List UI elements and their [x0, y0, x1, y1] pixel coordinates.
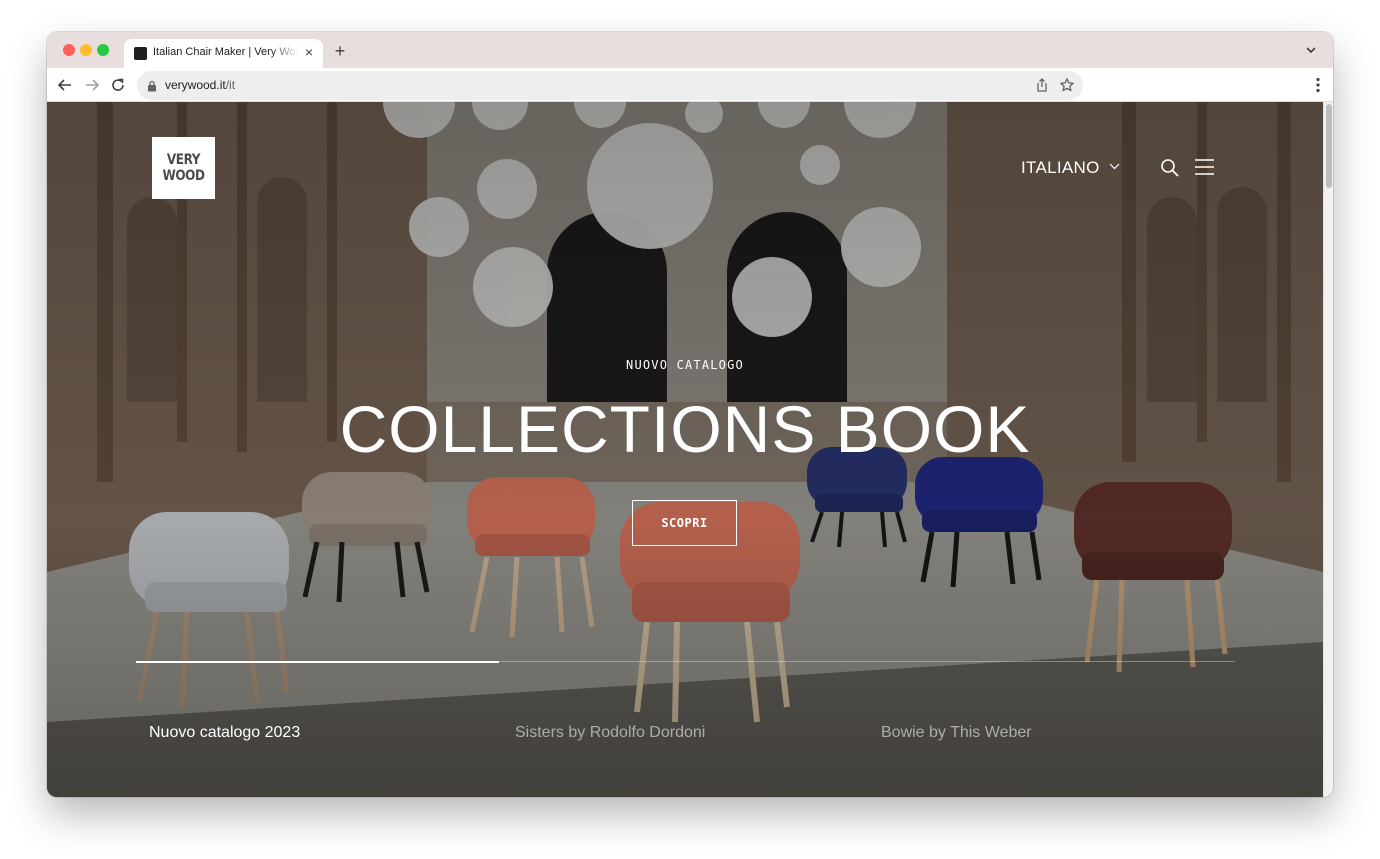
url-host: verywood.it — [165, 78, 226, 92]
address-bar[interactable]: verywood.it/it — [137, 71, 1083, 100]
url-path: /it — [225, 78, 236, 92]
tab-close-icon[interactable]: × — [302, 45, 316, 59]
share-icon[interactable] — [1035, 78, 1049, 92]
language-selector[interactable]: ITALIANO — [1021, 158, 1100, 178]
hero-title: COLLECTIONS BOOK — [339, 392, 1031, 466]
bookmark-star-icon[interactable] — [1059, 77, 1075, 93]
slider-progress-fill — [136, 661, 499, 663]
logo-line-2: WOOD — [162, 168, 205, 184]
chevron-down-icon[interactable] — [1109, 163, 1120, 170]
lock-icon — [148, 80, 156, 92]
search-icon[interactable] — [1160, 158, 1179, 177]
tab-search-chevron-icon[interactable] — [1305, 44, 1317, 56]
slide-link-bowie[interactable]: Bowie by This Weber — [881, 724, 1032, 742]
tab-title: Italian Chair Maker | Very Wood — [153, 46, 299, 58]
browser-tab-active[interactable]: Italian Chair Maker | Very Wood × — [124, 39, 323, 68]
new-tab-button[interactable]: + — [331, 42, 349, 60]
maximize-window-button[interactable] — [97, 44, 109, 56]
browser-window: Italian Chair Maker | Very Wood × + very… — [47, 32, 1333, 797]
address-url[interactable]: verywood.it/it — [165, 78, 235, 92]
forward-arrow-icon[interactable] — [83, 76, 101, 94]
slide-link-sisters[interactable]: Sisters by Rodolfo Dordoni — [515, 724, 705, 742]
back-arrow-icon[interactable] — [56, 76, 74, 94]
reload-icon[interactable] — [109, 76, 127, 94]
browser-titlebar: Italian Chair Maker | Very Wood × + — [47, 32, 1333, 68]
slide-link-catalogo[interactable]: Nuovo catalogo 2023 — [149, 724, 300, 742]
site-favicon-icon — [134, 47, 147, 60]
page-scrollbar[interactable] — [1323, 102, 1333, 797]
discover-button[interactable]: SCOPRI — [632, 500, 737, 546]
browser-toolbar: verywood.it/it — [47, 68, 1333, 102]
page-viewport: VERY WOOD ITALIANO NUOVO CATALOGO COLLEC… — [47, 102, 1323, 797]
close-window-button[interactable] — [63, 44, 75, 56]
hamburger-menu-icon[interactable] — [1195, 159, 1214, 175]
very-wood-logo[interactable]: VERY WOOD — [152, 137, 215, 199]
scrollbar-thumb[interactable] — [1326, 104, 1332, 188]
browser-menu-icon[interactable] — [1316, 77, 1320, 93]
hero-eyebrow: NUOVO CATALOGO — [626, 358, 744, 372]
minimize-window-button[interactable] — [80, 44, 92, 56]
logo-line-1: VERY — [166, 152, 201, 168]
